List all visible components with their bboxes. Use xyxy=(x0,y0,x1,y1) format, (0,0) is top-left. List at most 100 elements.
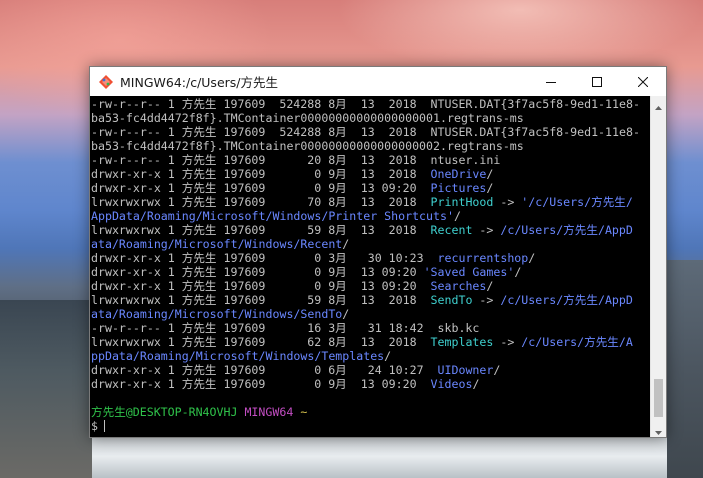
terminal-text: drwxr-xr-x 1 方先生 197609 0 6月 24 10:27 xyxy=(91,363,438,377)
text-cursor xyxy=(103,420,105,432)
terminal-text: $ xyxy=(91,419,98,433)
terminal-text: drwxr-xr-x 1 方先生 197609 0 3月 30 10:23 xyxy=(91,251,438,265)
prompt-user-host: 方先生@DESKTOP-RN4OVHJ xyxy=(91,405,238,419)
terminal-line: drwxr-xr-x 1 方先生 197609 0 9月 13 09:20 Pi… xyxy=(91,181,640,195)
wallpaper-cliff-left xyxy=(0,300,92,478)
terminal-text: / xyxy=(486,181,494,195)
terminal-text: / xyxy=(472,377,480,391)
terminal-line: ppData/Roaming/Microsoft/Windows/Templat… xyxy=(91,349,640,363)
prompt-path: ~ xyxy=(300,405,308,419)
directory-name: 'Saved Games' xyxy=(423,265,515,279)
scrollbar-thumb[interactable] xyxy=(654,379,663,417)
terminal-text: / xyxy=(486,279,494,293)
symlink-name: Templates xyxy=(430,335,494,349)
directory-name: UIDowner xyxy=(437,363,494,377)
directory-name: OneDrive xyxy=(430,167,487,181)
terminal-text: drwxr-xr-x 1 方先生 197609 0 9月 13 09:20 xyxy=(91,265,424,279)
terminal-text: lrwxrwxrwx 1 方先生 197609 70 8月 13 2018 xyxy=(91,195,431,209)
git-bash-icon[interactable] xyxy=(98,74,114,90)
terminal-text: drwxr-xr-x 1 方先生 197609 0 9月 13 2018 xyxy=(91,167,431,181)
terminal-line: lrwxrwxrwx 1 方先生 197609 70 8月 13 2018 Pr… xyxy=(91,195,640,209)
terminal-line: -rw-r--r-- 1 方先生 197609 16 3月 31 18:42 s… xyxy=(91,321,640,335)
wallpaper-waterfall xyxy=(92,435,667,478)
terminal-line: ba53-fc4dd4472f8f}.TMContainer0000000000… xyxy=(91,111,640,125)
terminal-text: drwxr-xr-x 1 方先生 197609 0 9月 13 09:20 xyxy=(91,181,431,195)
maximize-button[interactable] xyxy=(574,67,620,96)
directory-name: /c/Users/方先生/A xyxy=(521,335,633,349)
terminal-line: drwxr-xr-x 1 方先生 197609 0 9月 13 09:20 'S… xyxy=(91,265,640,279)
terminal-text: / xyxy=(453,209,461,223)
minimize-button[interactable] xyxy=(528,67,574,96)
directory-name: ppData/Roaming/Microsoft/Windows/Templat… xyxy=(91,349,385,363)
terminal-text: / xyxy=(342,237,350,251)
minimize-icon xyxy=(546,72,556,91)
terminal-line: drwxr-xr-x 1 方先生 197609 0 6月 24 10:27 UI… xyxy=(91,363,640,377)
terminal-line: lrwxrwxrwx 1 方先生 197609 62 8月 13 2018 Te… xyxy=(91,335,640,349)
terminal-text: lrwxrwxrwx 1 方先生 197609 62 8月 13 2018 xyxy=(91,335,431,349)
symlink-name: PrintHood xyxy=(430,195,494,209)
terminal-text: / xyxy=(528,251,536,265)
terminal-line: lrwxrwxrwx 1 方先生 197609 59 8月 13 2018 Se… xyxy=(91,293,640,307)
terminal-text: / xyxy=(342,307,350,321)
terminal-text: lrwxrwxrwx 1 方先生 197609 59 8月 13 2018 xyxy=(91,293,431,307)
window-title: MINGW64:/c/Users/方先生 xyxy=(120,75,278,90)
terminal-text: -> xyxy=(493,335,522,349)
directory-name: Videos xyxy=(430,377,473,391)
directory-name: ata/Roaming/Microsoft/Windows/SendTo xyxy=(91,307,343,321)
terminal-line: -rw-r--r-- 1 方先生 197609 20 8月 13 2018 nt… xyxy=(91,153,640,167)
symlink-name: Recent xyxy=(430,223,473,237)
directory-name: Pictures xyxy=(430,181,487,195)
terminal-text: -> xyxy=(472,223,501,237)
terminal-text: -> xyxy=(493,195,522,209)
wallpaper-cliff-right xyxy=(663,260,703,478)
terminal-line: 方先生@DESKTOP-RN4OVHJ MINGW64 ~ xyxy=(91,405,640,419)
terminal-lines: -rw-r--r-- 1 方先生 197609 524288 8月 13 201… xyxy=(91,97,640,433)
terminal-line: -rw-r--r-- 1 方先生 197609 524288 8月 13 201… xyxy=(91,125,640,139)
terminal-window[interactable]: MINGW64:/c/Users/方先生 -rw-r--r-- 1 方先生 19… xyxy=(89,66,667,438)
directory-name: ata/Roaming/Microsoft/Windows/Recent xyxy=(91,237,343,251)
window-titlebar[interactable]: MINGW64:/c/Users/方先生 xyxy=(90,67,666,96)
terminal-output[interactable]: -rw-r--r-- 1 方先生 197609 524288 8月 13 201… xyxy=(90,96,652,437)
directory-name: Searches xyxy=(430,279,487,293)
terminal-line: AppData/Roaming/Microsoft/Windows/Printe… xyxy=(91,209,640,223)
directory-name: AppData/Roaming/Microsoft/Windows/Printe… xyxy=(91,209,454,223)
terminal-line: drwxr-xr-x 1 方先生 197609 0 9月 13 2018 One… xyxy=(91,167,640,181)
scroll-up-arrow-icon xyxy=(655,95,662,114)
prompt-env: MINGW64 xyxy=(244,405,294,419)
directory-name: recurrentshop xyxy=(437,251,529,265)
terminal-line: drwxr-xr-x 1 方先生 197609 0 9月 13 09:20 Vi… xyxy=(91,377,640,391)
terminal-line: ba53-fc4dd4472f8f}.TMContainer0000000000… xyxy=(91,139,640,153)
terminal-line: ata/Roaming/Microsoft/Windows/Recent/ xyxy=(91,237,640,251)
terminal-text: -rw-r--r-- 1 方先生 197609 524288 8月 13 201… xyxy=(91,97,640,111)
scroll-down-arrow-icon xyxy=(655,420,662,439)
close-icon xyxy=(637,72,649,91)
terminal-line: drwxr-xr-x 1 方先生 197609 0 9月 13 09:20 Se… xyxy=(91,279,640,293)
directory-name: /c/Users/方先生/AppD xyxy=(500,293,633,307)
terminal-text: ba53-fc4dd4472f8f}.TMContainer0000000000… xyxy=(91,139,524,153)
terminal-line: -rw-r--r-- 1 方先生 197609 524288 8月 13 201… xyxy=(91,97,640,111)
terminal-text: ba53-fc4dd4472f8f}.TMContainer0000000000… xyxy=(91,111,524,125)
terminal-text: drwxr-xr-x 1 方先生 197609 0 9月 13 09:20 xyxy=(91,279,431,293)
maximize-icon xyxy=(592,72,602,91)
terminal-text: / xyxy=(486,167,494,181)
scroll-down-button[interactable] xyxy=(651,421,666,437)
terminal-line: drwxr-xr-x 1 方先生 197609 0 3月 30 10:23 re… xyxy=(91,251,640,265)
terminal-line: ata/Roaming/Microsoft/Windows/SendTo/ xyxy=(91,307,640,321)
directory-name: '/c/Users/方先生/ xyxy=(521,195,633,209)
terminal-line: $ xyxy=(91,419,640,433)
terminal-text: / xyxy=(514,265,522,279)
scroll-up-button[interactable] xyxy=(651,96,666,112)
terminal-text: / xyxy=(384,349,392,363)
terminal-line: lrwxrwxrwx 1 方先生 197609 59 8月 13 2018 Re… xyxy=(91,223,640,237)
close-button[interactable] xyxy=(620,67,666,96)
terminal-text: -rw-r--r-- 1 方先生 197609 16 3月 31 18:42 s… xyxy=(91,321,480,335)
terminal-text: / xyxy=(493,363,501,377)
symlink-name: SendTo xyxy=(430,293,473,307)
terminal-text: lrwxrwxrwx 1 方先生 197609 59 8月 13 2018 xyxy=(91,223,431,237)
vertical-scrollbar[interactable] xyxy=(650,96,666,437)
terminal-text: drwxr-xr-x 1 方先生 197609 0 9月 13 09:20 xyxy=(91,377,431,391)
directory-name: /c/Users/方先生/AppD xyxy=(500,223,633,237)
terminal-text: -rw-r--r-- 1 方先生 197609 524288 8月 13 201… xyxy=(91,125,640,139)
terminal-text: -rw-r--r-- 1 方先生 197609 20 8月 13 2018 nt… xyxy=(91,153,501,167)
terminal-text: -> xyxy=(472,293,501,307)
